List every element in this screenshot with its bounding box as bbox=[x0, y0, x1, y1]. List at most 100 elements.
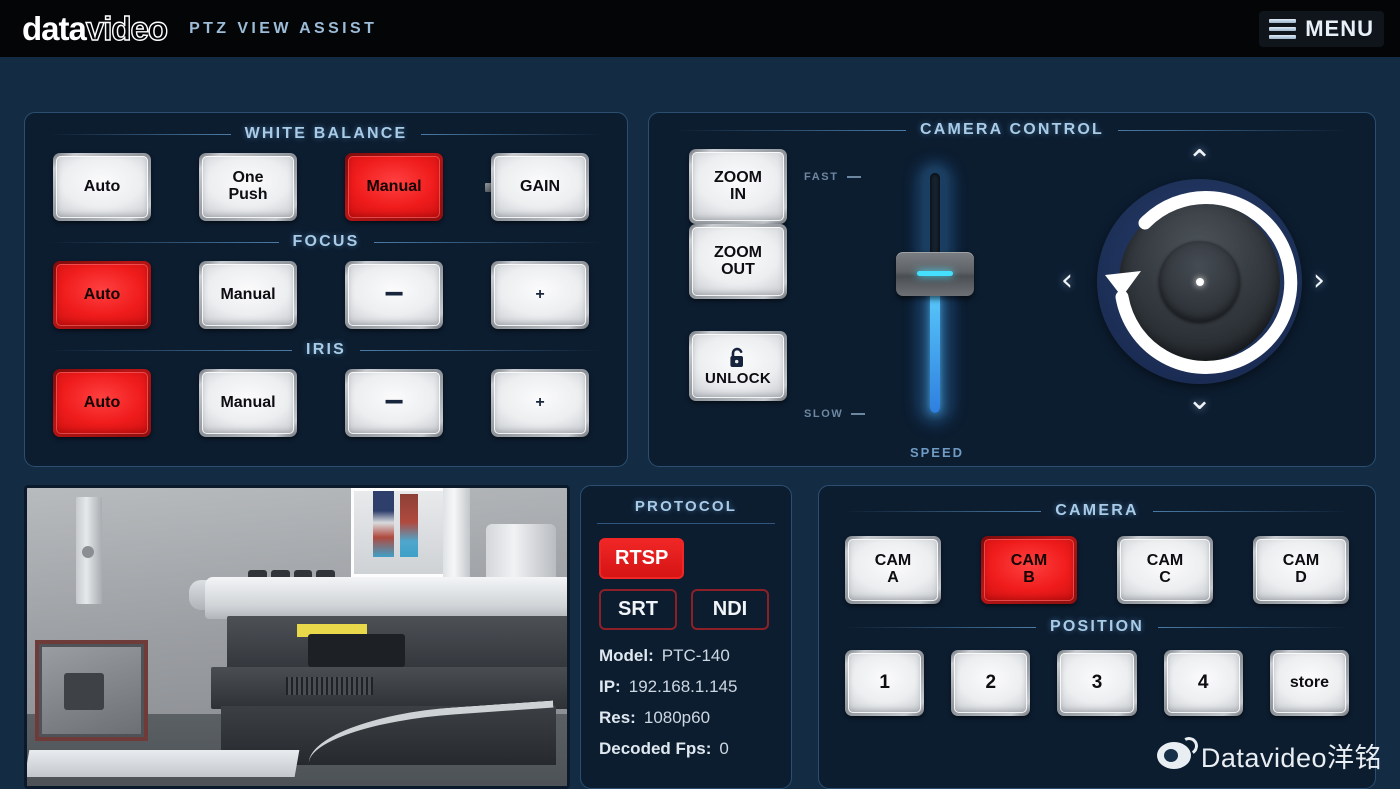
position-header: POSITION bbox=[819, 604, 1375, 636]
protocol-ndi-button[interactable]: NDI bbox=[691, 589, 769, 630]
iris-plus-button[interactable]: + bbox=[491, 369, 589, 437]
chevron-up-icon[interactable]: ⌃ bbox=[1187, 147, 1212, 177]
chevron-down-icon[interactable]: ⌄ bbox=[1187, 385, 1212, 415]
wb-gain-button[interactable]: GAIN bbox=[491, 153, 589, 221]
unlock-face: UNLOCK bbox=[692, 334, 784, 398]
zoom-out-button[interactable]: ZOOM OUT bbox=[689, 224, 787, 299]
ip-key: IP: bbox=[599, 677, 621, 696]
divider-line-right bbox=[373, 241, 603, 243]
res-value: 1080p60 bbox=[643, 708, 711, 727]
open-padlock-icon bbox=[730, 347, 743, 367]
zoom-in-button[interactable]: ZOOM IN bbox=[689, 149, 787, 224]
image-settings-panel: WHITE BALANCE Auto One Push Manual GAIN bbox=[24, 112, 628, 467]
protocol-title: PROTOCOL bbox=[634, 498, 738, 515]
iris-minus-button[interactable]: − bbox=[345, 369, 443, 437]
divider-line-right bbox=[1152, 510, 1350, 512]
info-row-res: Res: 1080p60 bbox=[599, 708, 773, 728]
white-balance-buttons: Auto One Push Manual GAIN bbox=[25, 153, 627, 221]
scene-vent-slots bbox=[286, 677, 373, 696]
iris-auto-label: Auto bbox=[56, 372, 148, 434]
scene-cylinder bbox=[486, 523, 557, 578]
cam-a-button[interactable]: CAM A bbox=[845, 536, 941, 604]
camera-control-panel: CAMERA CONTROL ZOOM IN ZOOM OUT UNLOCK F… bbox=[648, 112, 1376, 467]
focus-minus-button[interactable]: − bbox=[345, 261, 443, 329]
focus-manual-button[interactable]: Manual bbox=[199, 261, 297, 329]
wb-auto-button[interactable]: Auto bbox=[53, 153, 151, 221]
position-4-button[interactable]: 4 bbox=[1163, 650, 1243, 716]
divider-line-left bbox=[845, 626, 1036, 628]
cam-b-button[interactable]: CAM B bbox=[981, 536, 1077, 604]
pan-tilt-joystick[interactable]: ⌃ ⌄ ‹ › bbox=[1049, 141, 1349, 441]
scene-dark-module bbox=[307, 634, 405, 667]
fps-value: 0 bbox=[719, 739, 729, 758]
slider-fast-tick bbox=[846, 176, 861, 178]
position-4-label: 4 bbox=[1166, 653, 1240, 713]
wb-manual-button[interactable]: Manual bbox=[345, 153, 443, 221]
wb-one-push-button[interactable]: One Push bbox=[199, 153, 297, 221]
divider-line-right bbox=[1118, 129, 1350, 131]
focus-plus-button[interactable]: + bbox=[491, 261, 589, 329]
scene-post bbox=[442, 488, 470, 584]
focus-buttons: Auto Manual − + bbox=[25, 261, 627, 329]
iris-manual-button[interactable]: Manual bbox=[199, 369, 297, 437]
position-3-button[interactable]: 3 bbox=[1057, 650, 1137, 716]
chevron-left-icon[interactable]: ‹ bbox=[1061, 266, 1073, 296]
slider-handle[interactable] bbox=[896, 251, 974, 296]
protocol-rtsp-button[interactable]: RTSP bbox=[599, 538, 685, 579]
slider-handle-indicator bbox=[917, 271, 953, 277]
protocol-info: Model: PTC-140 IP: 192.168.1.145 Res: 10… bbox=[581, 630, 791, 759]
protocol-srt-button[interactable]: SRT bbox=[599, 589, 677, 630]
cam-c-label: CAM C bbox=[1120, 539, 1210, 601]
video-preview[interactable] bbox=[24, 485, 570, 789]
divider-line-right bbox=[359, 349, 604, 351]
menu-button[interactable]: MENU bbox=[1259, 11, 1384, 47]
chevron-right-icon[interactable]: › bbox=[1313, 266, 1325, 296]
rotate-ccw-icon[interactable] bbox=[1075, 157, 1325, 407]
slider-slow-label: SLOW bbox=[804, 408, 844, 420]
divider-line-right bbox=[1158, 626, 1349, 628]
divider-line-left bbox=[845, 510, 1042, 512]
iris-manual-label: Manual bbox=[202, 372, 294, 434]
white-balance-title: WHITE BALANCE bbox=[244, 125, 408, 142]
ip-value: 192.168.1.145 bbox=[628, 677, 738, 696]
iris-title: IRIS bbox=[306, 341, 346, 358]
zoom-in-label: ZOOM IN bbox=[692, 152, 784, 221]
position-2-button[interactable]: 2 bbox=[951, 650, 1031, 716]
scene-window-object-2 bbox=[399, 493, 419, 557]
position-2-label: 2 bbox=[954, 653, 1028, 713]
cam-a-label: CAM A bbox=[848, 539, 938, 601]
divider-line-left bbox=[49, 241, 279, 243]
cam-c-button[interactable]: CAM C bbox=[1117, 536, 1213, 604]
protocol-header: PROTOCOL bbox=[581, 486, 791, 515]
divider-line-left bbox=[49, 349, 293, 351]
slider-fast-label-group: FAST bbox=[804, 171, 861, 183]
position-buttons: 1 2 3 4 store bbox=[819, 650, 1375, 716]
scene-bracket bbox=[75, 496, 102, 605]
scene-frame-inner bbox=[42, 647, 142, 735]
app-header: data video PTZ VIEW ASSIST MENU bbox=[0, 0, 1400, 57]
cam-d-label: CAM D bbox=[1256, 539, 1346, 601]
focus-title: FOCUS bbox=[292, 233, 360, 250]
position-1-button[interactable]: 1 bbox=[845, 650, 925, 716]
scene-window-object-1 bbox=[372, 490, 395, 557]
camera-control-header: CAMERA CONTROL bbox=[649, 113, 1375, 139]
camera-buttons: CAM A CAM B CAM C CAM D bbox=[819, 536, 1375, 604]
fps-key: Decoded Fps: bbox=[599, 739, 712, 758]
divider-line-left bbox=[49, 133, 231, 135]
focus-auto-button[interactable]: Auto bbox=[53, 261, 151, 329]
cam-d-button[interactable]: CAM D bbox=[1253, 536, 1349, 604]
speed-caption: SPEED bbox=[909, 445, 965, 460]
slider-slow-label-group: SLOW bbox=[804, 408, 866, 420]
unlock-label: UNLOCK bbox=[705, 369, 771, 387]
speed-slider[interactable]: FAST SLOW SPEED bbox=[804, 163, 974, 463]
iris-auto-button[interactable]: Auto bbox=[53, 369, 151, 437]
unlock-button[interactable]: UNLOCK bbox=[689, 331, 787, 401]
wb-gain-label: GAIN bbox=[494, 156, 586, 218]
camera-header: CAMERA bbox=[819, 486, 1375, 520]
zoom-out-label: ZOOM OUT bbox=[692, 227, 784, 296]
position-store-button[interactable]: store bbox=[1269, 650, 1350, 716]
divider-line-right bbox=[421, 133, 603, 135]
wb-one-push-label: One Push bbox=[202, 156, 294, 218]
iris-minus-label: − bbox=[348, 372, 440, 434]
menu-button-label: MENU bbox=[1305, 16, 1374, 41]
